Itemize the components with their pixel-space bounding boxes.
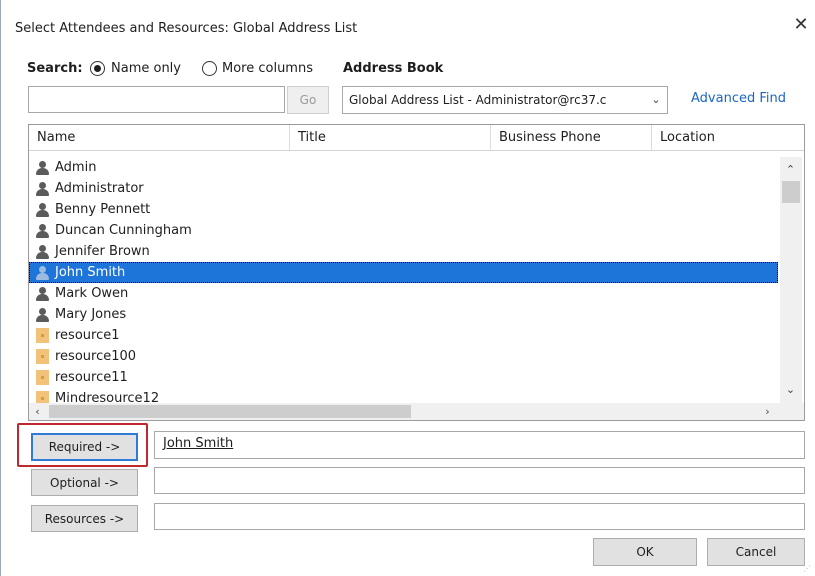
column-header-title[interactable]: Title xyxy=(290,125,491,150)
list-item[interactable]: Mary Jones xyxy=(29,304,778,325)
address-book-label: Address Book xyxy=(343,61,444,76)
required-recipient[interactable]: John Smith xyxy=(163,436,233,451)
list-item-name: Jennifer Brown xyxy=(55,244,150,259)
list-item-name: resource1 xyxy=(55,328,120,343)
list-item[interactable]: Administrator xyxy=(29,178,778,199)
resource-icon xyxy=(36,349,49,364)
list-item-name: resource100 xyxy=(55,349,137,364)
list-item[interactable]: resource11 xyxy=(29,367,778,388)
person-icon xyxy=(36,245,49,259)
address-book-selected: Global Address List - Administrator@rc37… xyxy=(349,93,607,107)
title-bar: Select Attendees and Resources: Global A… xyxy=(1,0,815,52)
scroll-down-arrow-icon[interactable]: ⌄ xyxy=(782,381,799,398)
more-columns-label[interactable]: More columns xyxy=(222,61,313,76)
chevron-down-icon: ⌄ xyxy=(651,93,661,106)
list-item[interactable]: Duncan Cunningham xyxy=(29,220,778,241)
list-item-name: Mindresource12 xyxy=(55,391,160,403)
resource-icon xyxy=(36,391,49,403)
advanced-find-link[interactable]: Advanced Find xyxy=(691,91,786,106)
person-icon xyxy=(36,287,49,301)
dialog-title: Select Attendees and Resources: Global A… xyxy=(15,21,358,36)
ok-button[interactable]: OK xyxy=(593,538,697,566)
scroll-up-arrow-icon[interactable]: ⌃ xyxy=(782,161,799,178)
person-icon xyxy=(36,224,49,238)
more-columns-radio[interactable] xyxy=(202,61,217,76)
list-item-selected[interactable]: John Smith xyxy=(29,262,778,283)
cancel-button[interactable]: Cancel xyxy=(707,538,805,566)
list-item[interactable]: Mark Owen xyxy=(29,283,778,304)
address-book-select[interactable]: Global Address List - Administrator@rc37… xyxy=(342,86,668,114)
list-item-name: Admin xyxy=(55,160,97,175)
optional-field[interactable] xyxy=(154,467,805,494)
list-rows: Admin Administrator Benny Pennett Duncan… xyxy=(29,157,780,403)
person-icon xyxy=(36,161,49,175)
list-item-name: John Smith xyxy=(55,265,126,280)
resources-button[interactable]: Resources -> xyxy=(31,505,138,532)
resize-grip-icon[interactable]: ⋰ xyxy=(803,564,813,574)
person-icon xyxy=(36,308,49,322)
list-item[interactable]: Mindresource12 xyxy=(29,388,778,403)
required-field[interactable]: John Smith xyxy=(154,431,805,459)
horizontal-scroll-thumb[interactable] xyxy=(49,405,411,418)
person-icon xyxy=(36,266,49,280)
column-header-business-phone[interactable]: Business Phone xyxy=(491,125,652,150)
person-icon xyxy=(36,203,49,217)
horizontal-scrollbar[interactable]: ‹ › xyxy=(29,403,804,420)
address-list: Name Title Business Phone Location Admin… xyxy=(28,124,805,421)
list-item[interactable]: resource1 xyxy=(29,325,778,346)
list-item-name: Duncan Cunningham xyxy=(55,223,192,238)
list-item[interactable]: Benny Pennett xyxy=(29,199,778,220)
column-header: Name Title Business Phone Location xyxy=(29,125,804,151)
close-icon[interactable]: ✕ xyxy=(791,15,811,35)
person-icon xyxy=(36,182,49,196)
resources-field[interactable] xyxy=(154,503,805,530)
resource-icon xyxy=(36,370,49,385)
list-item-name: Mark Owen xyxy=(55,286,129,301)
list-item-name: Administrator xyxy=(55,181,144,196)
select-attendees-dialog: Select Attendees and Resources: Global A… xyxy=(0,0,815,576)
column-header-location[interactable]: Location xyxy=(652,125,804,150)
list-item[interactable]: Admin xyxy=(29,157,778,178)
scroll-right-arrow-icon[interactable]: › xyxy=(759,403,776,420)
list-item[interactable]: resource100 xyxy=(29,346,778,367)
name-only-radio[interactable] xyxy=(90,61,105,76)
search-input[interactable] xyxy=(28,86,285,113)
scroll-left-arrow-icon[interactable]: ‹ xyxy=(29,403,46,420)
column-header-name[interactable]: Name xyxy=(29,125,290,150)
optional-button[interactable]: Optional -> xyxy=(31,469,138,496)
scrollbar-corner xyxy=(780,403,804,420)
go-button[interactable]: Go xyxy=(287,86,329,114)
search-label: Search: xyxy=(27,61,83,76)
vertical-scrollbar[interactable]: ⌃ ⌄ xyxy=(780,157,802,403)
list-item-name: resource11 xyxy=(55,370,128,385)
vertical-scroll-thumb[interactable] xyxy=(782,181,800,203)
name-only-label[interactable]: Name only xyxy=(111,61,181,76)
list-item-name: Mary Jones xyxy=(55,307,127,322)
list-item[interactable]: Jennifer Brown xyxy=(29,241,778,262)
resource-icon xyxy=(36,328,49,343)
list-item-name: Benny Pennett xyxy=(55,202,151,217)
required-button[interactable]: Required -> xyxy=(31,433,138,461)
